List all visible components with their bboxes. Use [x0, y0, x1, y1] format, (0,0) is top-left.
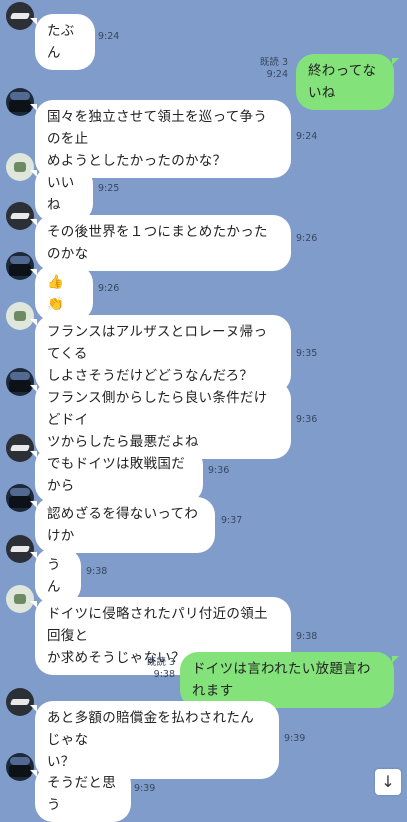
read-receipt: 既読 3 — [146, 657, 175, 668]
message-bubble-outgoing: ドイツは言われたい放題言われます — [180, 652, 399, 708]
message-bubble: その後世界を１つにまとめたかったのかな — [30, 215, 291, 271]
message-time: 9:38 — [296, 631, 318, 642]
message-bubble: そうだと思う — [30, 766, 131, 822]
message-time: 9:38 — [86, 566, 108, 577]
avatar[interactable] — [6, 2, 34, 30]
message-time: 9:36 — [208, 465, 230, 476]
message-time: 9:37 — [221, 515, 243, 526]
message-bubble: 👍👏 — [30, 265, 93, 321]
message-time: 9:26 — [296, 233, 318, 244]
message-time: 9:24 — [296, 131, 318, 142]
message-time: 9:36 — [296, 414, 318, 425]
message-bubble: でもドイツは敗戦国だから — [30, 447, 203, 503]
message-bubble: いいね — [30, 166, 93, 222]
message-time: 9:25 — [98, 183, 120, 194]
message-bubble: 認めざるを得ないってわけか — [30, 497, 215, 553]
avatar[interactable] — [6, 88, 34, 116]
message-time: 9:39 — [284, 733, 306, 744]
message-time: 9:39 — [134, 783, 156, 794]
arrow-down-icon: ↓ — [381, 772, 395, 791]
message-time: 9:38 — [153, 669, 175, 680]
message-time: 9:24 — [266, 69, 288, 80]
message-time: 9:24 — [98, 31, 120, 42]
message-time: 9:26 — [98, 283, 120, 294]
read-receipt: 既読 3 — [259, 57, 288, 68]
message-bubble: たぶん — [30, 14, 95, 70]
message-time: 9:35 — [296, 348, 318, 359]
message-bubble: うん — [30, 548, 81, 604]
avatar[interactable] — [6, 585, 34, 613]
scroll-to-bottom-button[interactable]: ↓ — [375, 769, 401, 795]
message-bubble-outgoing: 終わってないね — [296, 54, 399, 110]
